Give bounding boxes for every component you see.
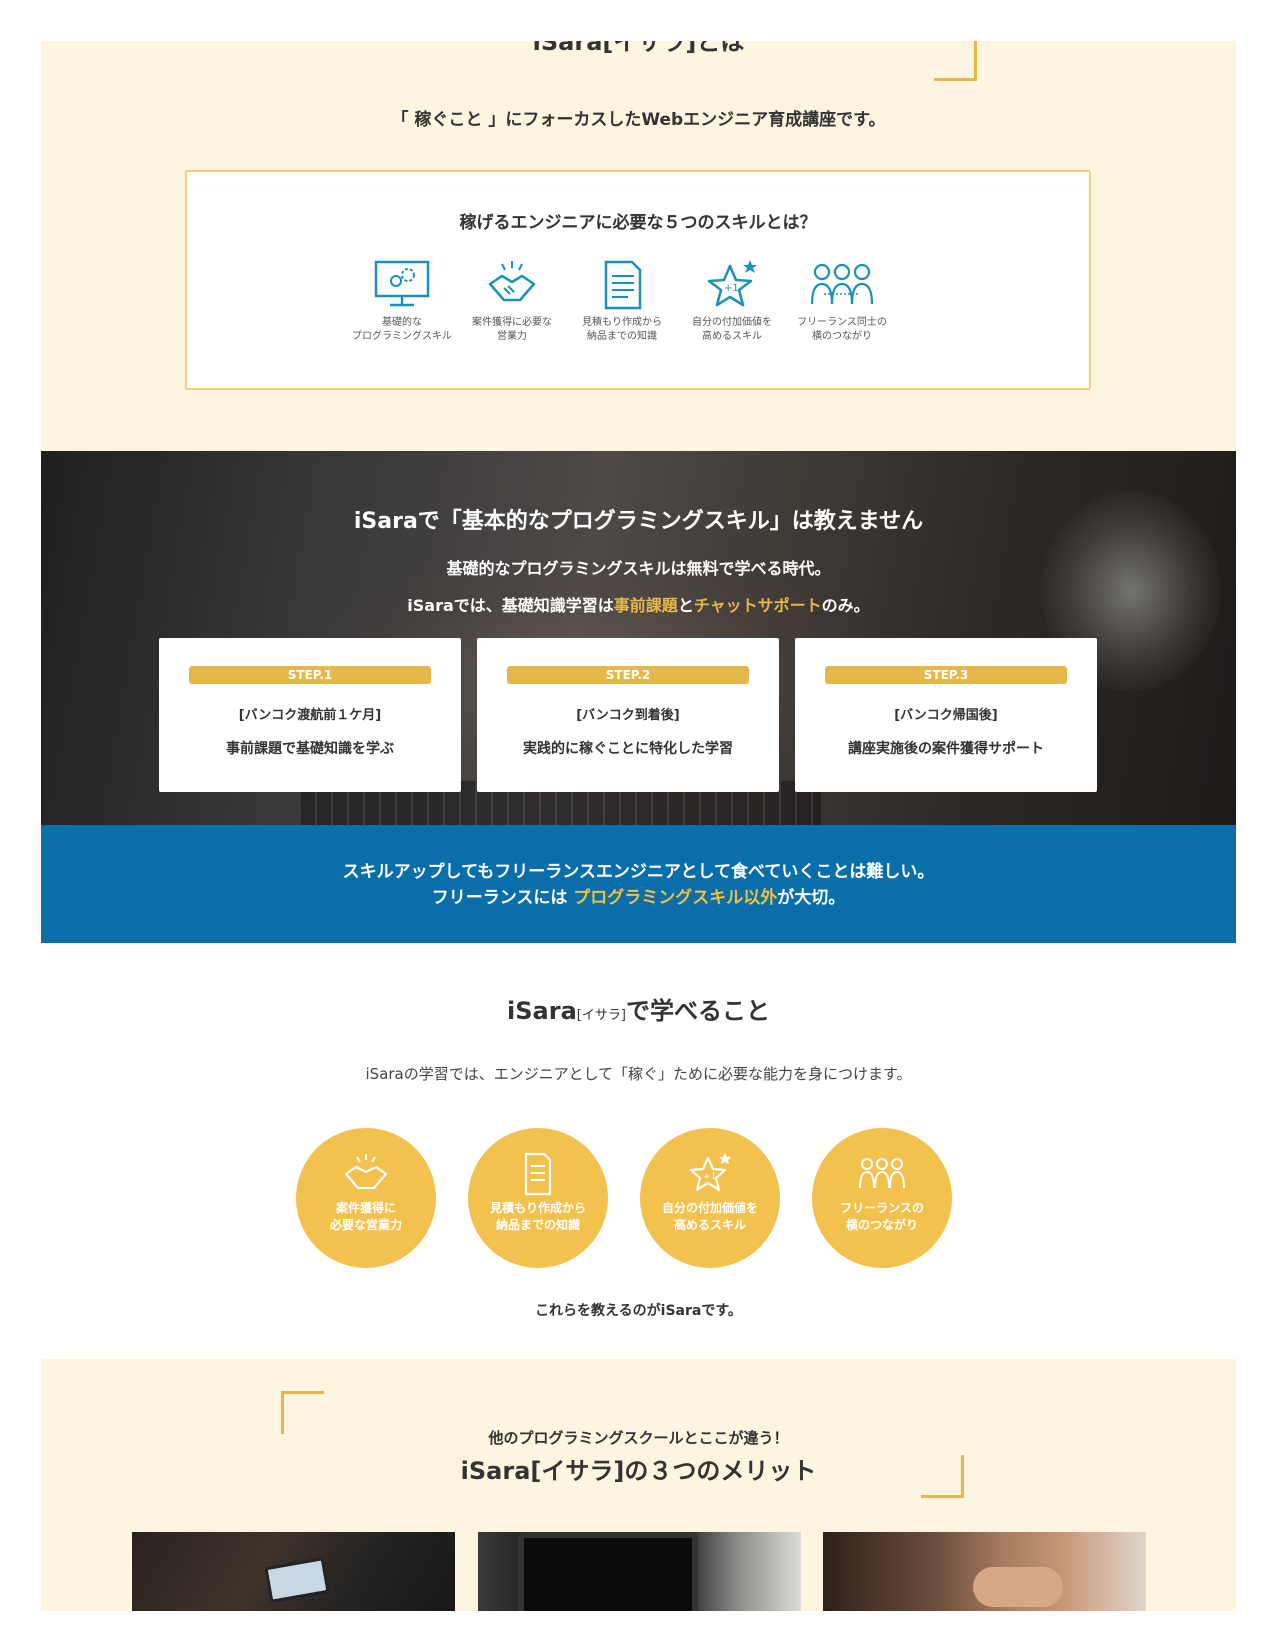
circle-text: 案件獲得に 必要な営業力 [329, 1201, 402, 1232]
circle-text: 自分の付加価値を 高めるスキル [661, 1201, 758, 1232]
title-rest: で学べること [625, 997, 770, 1025]
skill-item: 見積もり作成から 納品までの知識 [567, 258, 677, 344]
band-line-2: フリーランスには プログラミングスキル以外が大切。 [41, 883, 1236, 908]
star-plus-one-icon: +1 [707, 260, 757, 307]
fist-bump-shape [973, 1567, 1063, 1607]
merit-image-3 [823, 1532, 1146, 1611]
skills-list: 基礎的な プログラミングスキル 案件獲得に必要な 営業力 見積もり作成から 納品… [347, 258, 937, 344]
band-line-1: スキルアップしてもフリーランスエンジニアとして食べていくことは難しい。 [342, 862, 935, 882]
five-skills-box: 稼げるエンジニアに必要な５つのスキルとは？ 基礎的な プログラミングスキル 案件… [185, 170, 1091, 390]
document-icon [604, 260, 642, 310]
step-timing: [バンコク帰国後] [894, 708, 998, 723]
step-badge: STEP.3 [825, 666, 1067, 684]
subtitle-text: のみ。 [821, 596, 870, 615]
no-basic-skills-section: iSaraで「基本的なプログラミングスキル」は教えません 基礎的なプログラミング… [41, 451, 1236, 825]
highlight-pre-assignment: 事前課題 [613, 596, 678, 615]
skill-caption: フリーランス同士の 横のつながり [797, 317, 887, 342]
skill-caption: 基礎的な プログラミングスキル [352, 317, 452, 342]
tablet-shape [264, 1557, 330, 1603]
people-network-icon [810, 263, 874, 305]
skill-caption: 自分の付加価値を 高めるスキル [692, 317, 772, 342]
svg-text:+1: +1 [724, 283, 739, 294]
step-description: 講座実施後の案件獲得サポート [848, 741, 1044, 757]
step-badge: STEP.1 [189, 666, 431, 684]
page: iSara[イサラ]とは 「 稼ぐこと 」にフォーカスしたWebエンジニア育成講… [41, 41, 1236, 1611]
learn-title: iSara[イサラ]で学べること [41, 991, 1236, 1026]
learn-circles: 案件獲得に 必要な営業力 見積もり作成から 納品までの知識 +1 自分の付加価値… [296, 1128, 986, 1268]
skill-item: 基礎的な プログラミングスキル [347, 258, 457, 344]
step-description: 実践的に稼ぐことに特化した学習 [523, 741, 733, 757]
learn-circle-item: 見積もり作成から 納品までの知識 [468, 1128, 608, 1268]
step-timing: [バンコク渡航前１ケ月] [238, 708, 382, 723]
subtitle-text: iSaraでは、基礎知識学習は [407, 596, 614, 615]
merits-title: iSara[イサラ]の３つのメリット [460, 1457, 817, 1485]
merit-image-2 [478, 1532, 801, 1611]
highlight-chat-support: チャットサポート [693, 596, 822, 615]
section-subtitle-2: iSaraでは、基礎知識学習は事前課題とチャットサポートのみ。 [41, 592, 1236, 616]
learn-closing: これらを教えるのがiSaraです。 [535, 1303, 742, 1319]
freelance-message-band: スキルアップしてもフリーランスエンジニアとして食べていくことは難しい。 フリーラ… [41, 825, 1236, 943]
skill-item: +1 自分の付加価値を 高めるスキル [677, 258, 787, 344]
section-subtitle-1: 基礎的なプログラミングスキルは無料で学べる時代。 [446, 559, 831, 578]
subtitle-text: と [677, 596, 694, 615]
step-timing: [バンコク到着後] [576, 708, 680, 723]
title-brand-reading: [イサラ] [576, 1008, 626, 1023]
step-card-3: STEP.3 [バンコク帰国後] 講座実施後の案件獲得サポート [795, 638, 1097, 792]
band-text: フリーランスには [431, 888, 574, 908]
laptop-shape [518, 1532, 698, 1611]
step-badge: STEP.2 [507, 666, 749, 684]
skill-caption: 見積もり作成から 納品までの知識 [582, 317, 662, 342]
people-network-icon [859, 1158, 905, 1189]
title-brand: iSara [507, 997, 577, 1025]
monitor-gears-icon [374, 260, 430, 307]
skill-item: 案件獲得に必要な 営業力 [457, 258, 567, 344]
band-highlight: プログラミングスキル以外 [573, 888, 778, 908]
merits-kicker: 他のプログラミングスクールとここが違う！ [488, 1429, 789, 1447]
skill-caption: 案件獲得に必要な 営業力 [472, 317, 552, 342]
intro-lead: 「 稼ぐこと 」にフォーカスしたWebエンジニア育成講座です。 [391, 110, 886, 130]
five-skills-title: 稼げるエンジニアに必要な５つのスキルとは？ [459, 213, 817, 233]
corner-bracket-decoration [934, 41, 977, 81]
step-card-1: STEP.1 [バンコク渡航前１ケ月] 事前課題で基礎知識を学ぶ [159, 638, 461, 792]
learn-circle-item: +1 自分の付加価値を 高めるスキル [640, 1128, 780, 1268]
section-title: iSaraで「基本的なプログラミングスキル」は教えません [353, 509, 924, 534]
step-description: 事前課題で基礎知識を学ぶ [226, 741, 394, 757]
band-text: が大切。 [777, 888, 846, 908]
learn-circle-item: 案件獲得に 必要な営業力 [296, 1128, 436, 1268]
merits-section: 他のプログラミングスクールとここが違う！ iSara[イサラ]の３つのメリット [41, 1359, 1236, 1611]
document-icon [524, 1152, 552, 1196]
star-plus-one-icon: +1 [689, 1153, 731, 1192]
intro-section: iSara[イサラ]とは 「 稼ぐこと 」にフォーカスしたWebエンジニア育成講… [41, 41, 1236, 451]
circle-text: 見積もり作成から 納品までの知識 [489, 1201, 586, 1232]
circle-text: フリーランスの 横のつながり [840, 1201, 924, 1232]
handshake-icon [488, 261, 536, 302]
learn-circle-item: フリーランスの 横のつながり [812, 1128, 952, 1268]
skill-item: フリーランス同士の 横のつながり [787, 258, 897, 344]
merit-image-1 [132, 1532, 455, 1611]
handshake-icon [344, 1154, 388, 1190]
svg-text:+1: +1 [703, 1172, 716, 1182]
intro-title: iSara[イサラ]とは [532, 41, 745, 56]
step-card-2: STEP.2 [バンコク到着後] 実践的に稼ぐことに特化した学習 [477, 638, 779, 792]
learn-subtitle: iSaraの学習では、エンジニアとして「稼ぐ」ために必要な能力を身につけます。 [365, 1065, 912, 1083]
